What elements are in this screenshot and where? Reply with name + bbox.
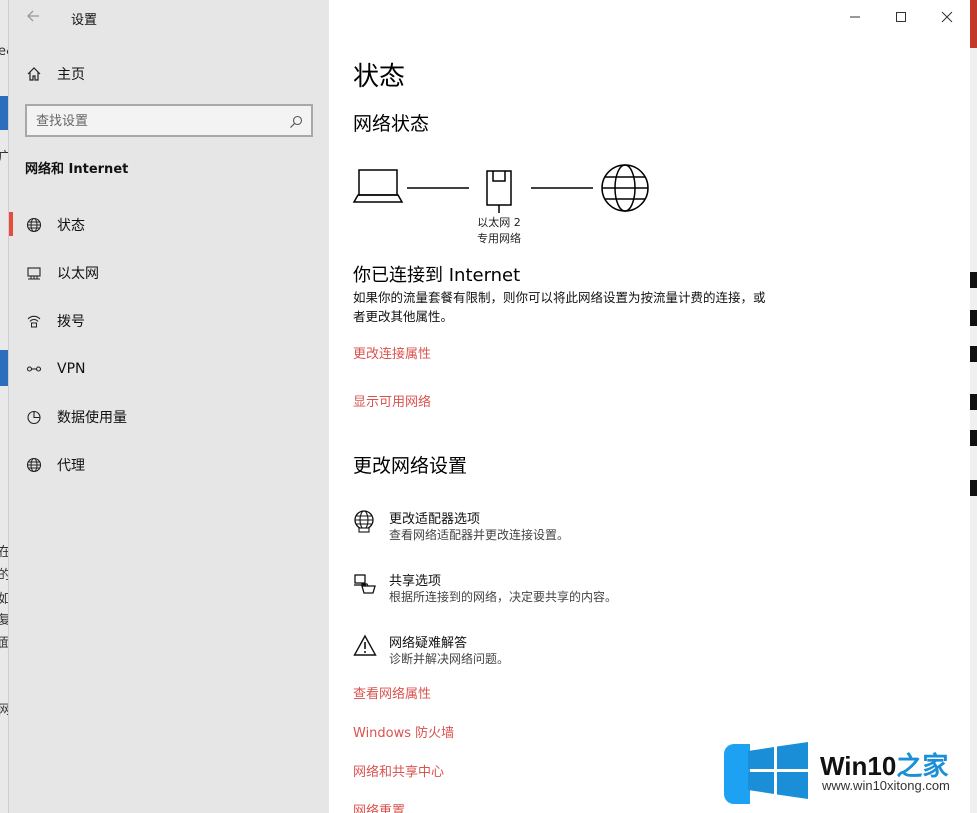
option-title: 共享选项 <box>389 574 442 589</box>
option-subtitle: 根据所连接到的网络，决定要共享的内容。 <box>389 590 618 604</box>
dialup-icon <box>25 312 43 330</box>
bg-fragment: 的 <box>0 568 8 583</box>
bg-black-block <box>970 480 977 496</box>
change-connection-properties-link[interactable]: 更改连接属性 <box>353 343 431 362</box>
sidebar-item-label: 拨号 <box>57 314 85 330</box>
network-type: 专用网络 <box>477 232 521 245</box>
sidebar-item-proxy[interactable]: 代理 <box>9 445 329 485</box>
bg-fragment: 如 <box>0 592 8 607</box>
bg-fragment: 网 <box>0 703 8 718</box>
show-available-networks-link[interactable]: 显示可用网络 <box>353 391 431 410</box>
sidebar-item-vpn[interactable]: VPN <box>9 349 329 389</box>
minimize-button[interactable] <box>845 8 865 26</box>
close-button[interactable] <box>937 8 957 26</box>
back-button[interactable] <box>25 8 45 26</box>
background-desktop-left: e& 广 在 的 如 复 面 网 <box>0 0 8 813</box>
internet-globe-icon <box>601 164 649 212</box>
sidebar-item-home[interactable]: 主页 <box>9 54 329 94</box>
adapter-globe-icon <box>353 510 377 534</box>
bg-red-block <box>969 0 977 48</box>
change-adapter-options[interactable]: 更改适配器选项 查看网络适配器并更改连接设置。 <box>353 508 853 548</box>
network-diagram: 以太网 2 专用网络 <box>352 162 653 252</box>
vpn-icon <box>25 360 43 378</box>
settings-window: 设置 主页 网络和 Internet 状态 以太网 <box>8 0 970 813</box>
adapter-name: 以太网 2 <box>477 216 521 229</box>
sidebar-item-data-usage[interactable]: 数据使用量 <box>9 397 329 437</box>
search-box[interactable] <box>25 104 313 137</box>
watermark: Win10之家 www.win10xitong.com <box>720 738 977 813</box>
sidebar-item-label: 主页 <box>57 67 85 83</box>
globe-icon <box>25 216 43 234</box>
watermark-url: www.win10xitong.com <box>822 778 950 793</box>
sidebar-item-ethernet[interactable]: 以太网 <box>9 253 329 293</box>
home-icon <box>25 65 43 83</box>
maximize-button[interactable] <box>891 8 911 26</box>
minimize-icon <box>850 16 860 18</box>
watermark-brand-zh: 之家 <box>896 751 949 781</box>
sidebar-item-label: VPN <box>57 361 86 377</box>
laptop-icon <box>352 169 404 203</box>
bg-black-block <box>970 272 977 288</box>
sharing-options[interactable]: 共享选项 根据所连接到的网络，决定要共享的内容。 <box>353 570 853 610</box>
option-title: 更改适配器选项 <box>389 512 481 527</box>
windows-logo-icon <box>748 742 808 799</box>
search-icon[interactable] <box>289 114 303 133</box>
change-settings-heading: 更改网络设置 <box>353 455 468 477</box>
sidebar-item-label: 代理 <box>57 458 85 474</box>
connected-heading: 你已连接到 Internet <box>353 265 521 286</box>
maximize-icon <box>896 12 906 22</box>
network-sharing-center-link[interactable]: 网络和共享中心 <box>353 761 444 780</box>
sidebar-item-label: 数据使用量 <box>57 410 127 426</box>
network-reset-link[interactable]: 网络重置 <box>353 800 405 813</box>
sharing-icon <box>353 572 377 596</box>
bg-black-block <box>970 310 977 326</box>
windows-firewall-link[interactable]: Windows 防火墙 <box>353 722 454 741</box>
sidebar-item-label: 以太网 <box>57 266 99 282</box>
warning-icon <box>353 634 377 658</box>
pie-chart-icon <box>25 408 43 426</box>
sidebar-item-label: 状态 <box>57 218 85 234</box>
bg-black-block <box>970 346 977 362</box>
page-title: 状态 <box>353 62 406 92</box>
bg-fragment: 面 <box>0 636 8 651</box>
network-troubleshooter[interactable]: 网络疑难解答 诊断并解决网络问题。 <box>353 632 853 672</box>
main-content: 状态 网络状态 以太网 2 专用网络 你已连接到 Internet 如果你的流量… <box>329 0 970 813</box>
bg-fragment: e& <box>0 44 8 59</box>
app-title: 设置 <box>71 13 98 28</box>
background-desktop-right <box>969 0 977 813</box>
view-network-properties-link[interactable]: 查看网络属性 <box>353 683 431 702</box>
sidebar-item-status[interactable]: 状态 <box>9 205 329 245</box>
option-subtitle: 查看网络适配器并更改连接设置。 <box>389 528 570 542</box>
bg-blue-block <box>0 350 8 386</box>
ethernet-adapter-icon <box>486 170 512 213</box>
option-title: 网络疑难解答 <box>389 636 468 651</box>
search-input[interactable] <box>36 112 276 130</box>
ethernet-icon <box>25 264 43 282</box>
globe-icon <box>25 456 43 474</box>
bg-fragment: 在 <box>0 545 8 560</box>
network-status-heading: 网络状态 <box>353 113 430 135</box>
sidebar: 设置 主页 网络和 Internet 状态 以太网 <box>9 0 329 813</box>
option-subtitle: 诊断并解决网络问题。 <box>389 652 510 666</box>
connected-description: 如果你的流量套餐有限制，则你可以将此网络设置为按流量计费的连接，或者更改其他属性… <box>353 290 766 324</box>
back-arrow-icon <box>27 10 39 22</box>
bg-fragment: 复 <box>0 613 8 628</box>
bg-black-block <box>970 430 977 446</box>
bg-fragment: 广 <box>0 150 8 165</box>
bg-blue-block <box>0 96 8 130</box>
close-icon <box>941 11 953 23</box>
bg-black-block <box>970 394 977 410</box>
sidebar-item-dialup[interactable]: 拨号 <box>9 301 329 341</box>
watermark-brand-en: Win10 <box>820 751 897 781</box>
section-title: 网络和 Internet <box>25 162 129 177</box>
